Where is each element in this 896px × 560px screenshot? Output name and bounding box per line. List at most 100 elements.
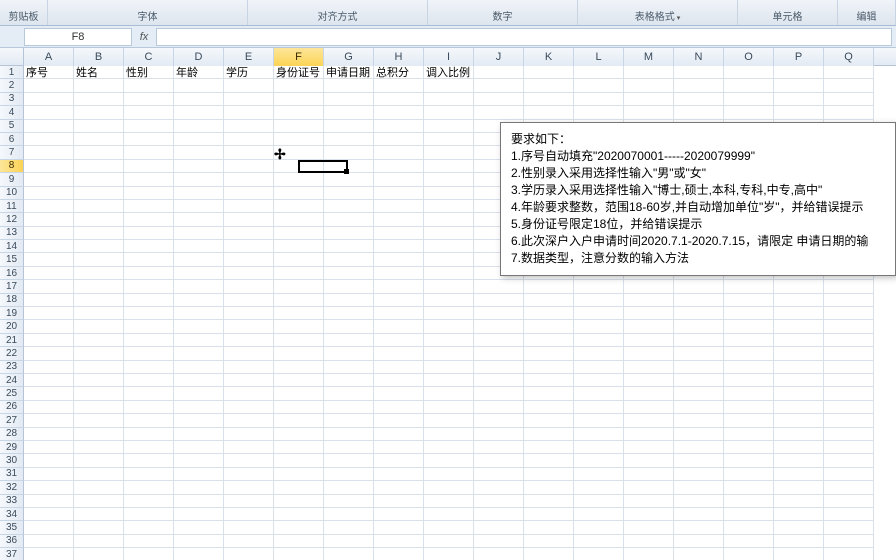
- cell-H2[interactable]: [374, 79, 424, 92]
- cell-O25[interactable]: [724, 387, 774, 400]
- cell-D28[interactable]: [174, 428, 224, 441]
- cell-C17[interactable]: [124, 280, 174, 293]
- cell-E9[interactable]: [224, 173, 274, 186]
- cell-O27[interactable]: [724, 414, 774, 427]
- cell-I11[interactable]: [424, 200, 474, 213]
- cell-F22[interactable]: [274, 347, 324, 360]
- cell-D30[interactable]: [174, 454, 224, 467]
- cell-O26[interactable]: [724, 401, 774, 414]
- cell-J19[interactable]: [474, 307, 524, 320]
- cell-D1[interactable]: 年龄: [174, 66, 224, 79]
- cell-J28[interactable]: [474, 428, 524, 441]
- cell-D27[interactable]: [174, 414, 224, 427]
- cell-I37[interactable]: [424, 548, 474, 560]
- cell-L4[interactable]: [574, 106, 624, 119]
- cell-A32[interactable]: [24, 481, 74, 494]
- cell-G9[interactable]: [324, 173, 374, 186]
- cell-B33[interactable]: [74, 495, 124, 508]
- cell-O23[interactable]: [724, 361, 774, 374]
- cell-P25[interactable]: [774, 387, 824, 400]
- cell-G22[interactable]: [324, 347, 374, 360]
- cell-A36[interactable]: [24, 535, 74, 548]
- cell-I33[interactable]: [424, 495, 474, 508]
- cell-B30[interactable]: [74, 454, 124, 467]
- cell-O17[interactable]: [724, 280, 774, 293]
- cell-Q29[interactable]: [824, 441, 874, 454]
- cell-G18[interactable]: [324, 294, 374, 307]
- cell-D2[interactable]: [174, 79, 224, 92]
- cell-H16[interactable]: [374, 267, 424, 280]
- cell-M17[interactable]: [624, 280, 674, 293]
- cell-B16[interactable]: [74, 267, 124, 280]
- row-header-7[interactable]: 7: [0, 146, 24, 159]
- cell-M23[interactable]: [624, 361, 674, 374]
- cell-M34[interactable]: [624, 508, 674, 521]
- cell-G26[interactable]: [324, 401, 374, 414]
- cell-P3[interactable]: [774, 93, 824, 106]
- cell-P4[interactable]: [774, 106, 824, 119]
- cell-L34[interactable]: [574, 508, 624, 521]
- column-header-P[interactable]: P: [774, 48, 824, 66]
- cell-K32[interactable]: [524, 481, 574, 494]
- cell-D36[interactable]: [174, 535, 224, 548]
- cell-E24[interactable]: [224, 374, 274, 387]
- cell-O1[interactable]: [724, 66, 774, 79]
- cell-P29[interactable]: [774, 441, 824, 454]
- cell-E14[interactable]: [224, 240, 274, 253]
- cell-H26[interactable]: [374, 401, 424, 414]
- cell-O21[interactable]: [724, 334, 774, 347]
- cell-I8[interactable]: [424, 160, 474, 173]
- cell-D12[interactable]: [174, 213, 224, 226]
- cell-F37[interactable]: [274, 548, 324, 560]
- cell-E33[interactable]: [224, 495, 274, 508]
- cell-I35[interactable]: [424, 521, 474, 534]
- cell-G1[interactable]: 申请日期: [324, 66, 374, 79]
- cell-I32[interactable]: [424, 481, 474, 494]
- cell-N35[interactable]: [674, 521, 724, 534]
- cell-C15[interactable]: [124, 253, 174, 266]
- cell-B36[interactable]: [74, 535, 124, 548]
- cell-N34[interactable]: [674, 508, 724, 521]
- cell-E6[interactable]: [224, 133, 274, 146]
- cell-D20[interactable]: [174, 320, 224, 333]
- cell-K35[interactable]: [524, 521, 574, 534]
- cell-I3[interactable]: [424, 93, 474, 106]
- cell-A37[interactable]: [24, 548, 74, 560]
- cell-O2[interactable]: [724, 79, 774, 92]
- cell-K33[interactable]: [524, 495, 574, 508]
- cell-J30[interactable]: [474, 454, 524, 467]
- cell-P1[interactable]: [774, 66, 824, 79]
- row-header-25[interactable]: 25: [0, 387, 24, 400]
- cell-N21[interactable]: [674, 334, 724, 347]
- cell-B26[interactable]: [74, 401, 124, 414]
- cell-C8[interactable]: [124, 160, 174, 173]
- cell-E8[interactable]: [224, 160, 274, 173]
- cell-P24[interactable]: [774, 374, 824, 387]
- row-header-2[interactable]: 2: [0, 79, 24, 92]
- row-header-6[interactable]: 6: [0, 133, 24, 146]
- cell-F17[interactable]: [274, 280, 324, 293]
- cell-A4[interactable]: [24, 106, 74, 119]
- cell-A34[interactable]: [24, 508, 74, 521]
- cell-A5[interactable]: [24, 120, 74, 133]
- cell-N19[interactable]: [674, 307, 724, 320]
- cell-K23[interactable]: [524, 361, 574, 374]
- row-header-33[interactable]: 33: [0, 495, 24, 508]
- cell-E23[interactable]: [224, 361, 274, 374]
- cell-H3[interactable]: [374, 93, 424, 106]
- cell-B10[interactable]: [74, 187, 124, 200]
- row-header-36[interactable]: 36: [0, 535, 24, 548]
- name-box[interactable]: F8: [24, 28, 132, 46]
- cell-K3[interactable]: [524, 93, 574, 106]
- cell-E36[interactable]: [224, 535, 274, 548]
- cell-Q18[interactable]: [824, 294, 874, 307]
- cell-B35[interactable]: [74, 521, 124, 534]
- cell-Q21[interactable]: [824, 334, 874, 347]
- cell-B20[interactable]: [74, 320, 124, 333]
- cell-Q35[interactable]: [824, 521, 874, 534]
- column-header-M[interactable]: M: [624, 48, 674, 66]
- cell-F6[interactable]: [274, 133, 324, 146]
- cell-P31[interactable]: [774, 468, 824, 481]
- cell-I21[interactable]: [424, 334, 474, 347]
- cell-A10[interactable]: [24, 187, 74, 200]
